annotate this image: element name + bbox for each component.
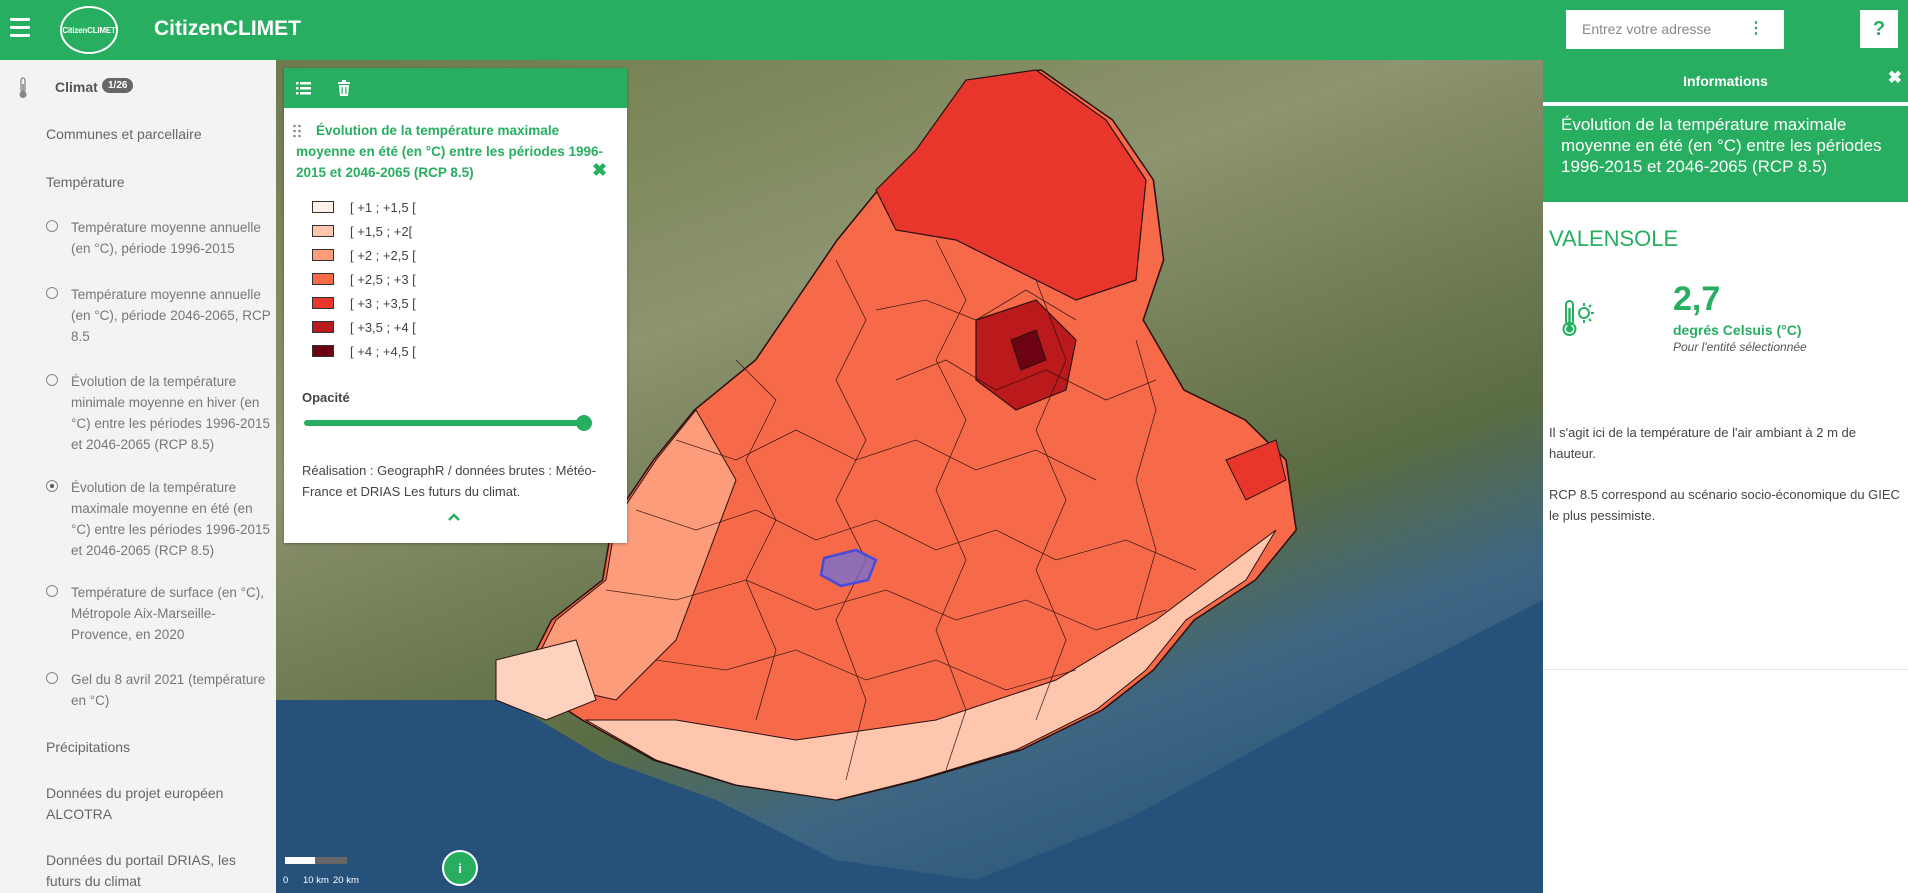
legend-class-label: [ +3,5 ; +4 [ xyxy=(350,320,416,335)
scale-segment xyxy=(315,857,347,864)
radio-button[interactable] xyxy=(46,287,58,299)
legend-swatch xyxy=(312,297,334,309)
legend-swatch xyxy=(312,345,334,357)
sidebar-item-alcotra[interactable]: Données du projet européen ALCOTRA xyxy=(46,783,266,825)
layer-option-label: Température de surface (en °C), Métropol… xyxy=(71,585,264,642)
info-layer-title-box: Évolution de la température maximale moy… xyxy=(1543,106,1908,202)
scale-label: 0 xyxy=(283,875,289,886)
layer-option-label: Température moyenne annuelle (en °C), pé… xyxy=(71,287,271,344)
radio-button[interactable] xyxy=(46,220,58,232)
opacity-slider-handle[interactable] xyxy=(576,415,592,431)
opacity-label: Opacité xyxy=(302,390,350,405)
selected-commune[interactable] xyxy=(819,548,878,588)
scale-segment xyxy=(285,857,315,864)
layer-option-label: Évolution de la température minimale moy… xyxy=(71,374,271,452)
more-options-icon[interactable]: ⋮ xyxy=(1748,20,1764,38)
address-search: ⋮ xyxy=(1566,10,1784,49)
sidebar-item-drias[interactable]: Données du portail DRIAS, les futurs du … xyxy=(46,850,266,892)
scale-label: 10 km xyxy=(303,875,329,886)
legend-swatch xyxy=(312,201,334,213)
layer-count-badge: 1/26 xyxy=(102,78,134,93)
radio-button[interactable] xyxy=(46,672,58,684)
radio-button-selected[interactable] xyxy=(46,480,58,492)
legend-class-label: [ +2,5 ; +3 [ xyxy=(350,272,416,287)
information-panel: Informations ✖ Évolution de la températu… xyxy=(1543,60,1908,893)
sidebar-section-label: Climat xyxy=(55,79,98,95)
app-title: CitizenCLIMET xyxy=(154,17,301,40)
info-layer-title: Évolution de la température maximale moy… xyxy=(1561,115,1882,176)
thermometer-sun-icon xyxy=(1562,300,1594,336)
layer-option-label: Évolution de la température maximale moy… xyxy=(71,480,271,558)
legend-swatch xyxy=(312,225,334,237)
info-description: Il s'agit ici de la température de l'air… xyxy=(1549,425,1857,461)
divider xyxy=(1543,669,1908,670)
selected-place-name: VALENSOLE xyxy=(1549,226,1679,251)
legend-class-label: [ +4 ; +4,5 [ xyxy=(350,344,416,359)
address-search-input[interactable] xyxy=(1580,20,1754,38)
value-subtitle: Pour l'entité sélectionnée xyxy=(1673,340,1807,354)
info-description: RCP 8.5 correspond au scénario socio-éco… xyxy=(1549,487,1900,523)
help-button[interactable]: ? xyxy=(1860,10,1898,48)
opacity-slider[interactable] xyxy=(304,415,592,431)
legend-credit: Réalisation : GeographR / données brutes… xyxy=(302,463,597,499)
sidebar-item-communes[interactable]: Communes et parcellaire xyxy=(46,124,266,145)
sidebar-item-temperature[interactable]: Température xyxy=(46,172,266,193)
legend-class-label: [ +1 ; +1,5 [ xyxy=(350,200,416,215)
menu-icon[interactable] xyxy=(10,18,30,38)
legend-toolbar xyxy=(284,68,627,108)
top-bar: CitizenCLIMET CitizenCLIMET ⋮ ? xyxy=(0,0,1908,60)
info-panel-title: Informations xyxy=(1683,73,1768,89)
legend-swatch xyxy=(312,321,334,333)
value-unit: degrés Celsuis (°C) xyxy=(1673,322,1802,338)
chevron-up-icon[interactable] xyxy=(444,510,464,524)
trash-icon[interactable] xyxy=(334,78,354,98)
map-info-button[interactable]: i xyxy=(442,850,478,886)
legend-class-label: [ +1,5 ; +2[ xyxy=(350,224,413,239)
radio-button[interactable] xyxy=(46,374,58,386)
legend-swatch xyxy=(312,273,334,285)
scale-label: 20 km xyxy=(333,875,359,886)
app-logo: CitizenCLIMET xyxy=(60,6,118,54)
legend-swatch xyxy=(312,249,334,261)
layer-option-label: Température moyenne annuelle (en °C), pé… xyxy=(71,220,261,256)
layer-option-label: Gel du 8 avril 2021 (température en °C) xyxy=(71,672,266,708)
legend-class-label: [ +2 ; +2,5 [ xyxy=(350,248,416,263)
list-icon[interactable] xyxy=(294,78,314,98)
sidebar-item-precipitations[interactable]: Précipitations xyxy=(46,737,266,758)
info-panel-header: Informations ✖ xyxy=(1543,60,1908,102)
close-legend-icon[interactable]: ✖ xyxy=(592,160,607,181)
thermometer-icon xyxy=(19,77,27,98)
layer-sidebar: Climat 1/26 Communes et parcellaire Temp… xyxy=(0,60,276,893)
selected-value: 2,7 xyxy=(1673,280,1721,318)
close-icon[interactable]: ✖ xyxy=(1888,68,1902,88)
sidebar-section-climat[interactable]: Climat 1/26 xyxy=(0,76,276,100)
legend-panel: Évolution de la température maximale moy… xyxy=(284,68,627,543)
legend-class-label: [ +3 ; +3,5 [ xyxy=(350,296,416,311)
legend-title: Évolution de la température maximale moy… xyxy=(296,123,604,180)
radio-button[interactable] xyxy=(46,585,58,597)
